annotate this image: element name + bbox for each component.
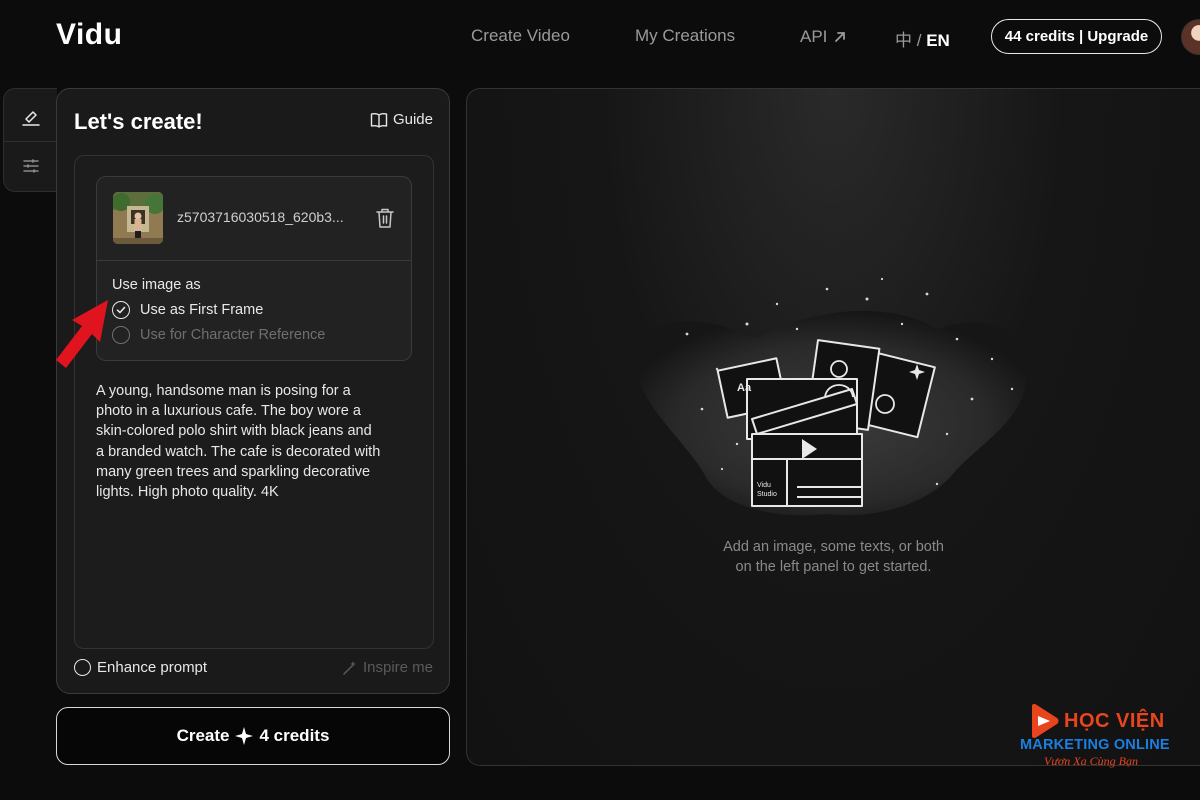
empty-state-illustration: Aa Vidu Studio	[635, 277, 1029, 516]
option-first-frame-label: Use as First Frame	[140, 302, 264, 318]
prompt-line: a branded watch. The cafe is decorated w…	[96, 443, 381, 460]
uploaded-file-row: z5703716030518_620b3...	[97, 177, 411, 261]
enhance-radio-icon[interactable]	[74, 659, 91, 676]
lang-zh[interactable]: 中	[895, 31, 912, 50]
watermark: HỌC VIỆN MARKETING ONLINE Vươn Xa Cùng B…	[1018, 700, 1198, 772]
enhance-prompt-toggle[interactable]: Enhance prompt	[74, 659, 207, 676]
external-arrow-icon	[835, 32, 846, 42]
guide-label: Guide	[392, 111, 433, 128]
settings-tool-button[interactable]	[4, 141, 57, 189]
nav-my-creations[interactable]: My Creations	[635, 26, 735, 48]
magic-wand-icon	[343, 660, 356, 675]
guide-link[interactable]: Guide	[370, 111, 433, 128]
panel-title: Let's create!	[74, 109, 203, 134]
prompt-line: skin-colored polo shirt with black jeans…	[96, 423, 372, 440]
preview-panel: Aa Vidu Studio Add an image, some texts,…	[466, 88, 1200, 766]
create-label: Create	[176, 726, 230, 745]
prompt-text[interactable]: A young, handsome man is posing for a ph…	[96, 381, 416, 502]
use-image-as-label: Use image as	[112, 277, 201, 293]
radio-checked-icon[interactable]	[112, 301, 130, 319]
edit-tool-button[interactable]	[4, 93, 57, 141]
uploaded-image-card: z5703716030518_620b3... Use image as Use…	[96, 176, 412, 361]
enhance-prompt-label: Enhance prompt	[97, 659, 208, 676]
language-switcher[interactable]: 中 / EN	[895, 26, 950, 51]
uploaded-filename: z5703716030518_620b3...	[177, 209, 344, 225]
annotation-arrow-icon	[56, 300, 108, 368]
delete-image-button[interactable]	[375, 207, 395, 229]
clapper-label-line1: Vidu	[757, 482, 771, 489]
prompt-line: A young, handsome man is posing for a	[96, 383, 351, 399]
prompt-line: lights. High photo quality. 4K	[96, 484, 279, 501]
uploaded-image-thumbnail[interactable]	[113, 192, 163, 244]
option-character-reference-label: Use for Character Reference	[140, 327, 326, 343]
clapper-label-line2: Studio	[757, 491, 777, 498]
prompt-line: photo in a luxurious cafe. The boy wore …	[96, 403, 361, 420]
lang-en[interactable]: EN	[926, 31, 950, 50]
create-panel: Let's create! Guide z5703716030518_620b3…	[56, 88, 450, 694]
radio-unchecked-icon[interactable]	[112, 326, 130, 344]
create-credits: 4 credits	[259, 726, 330, 745]
vidu-logo[interactable]: Vidu	[56, 18, 122, 52]
play-logo-icon	[1032, 704, 1059, 738]
watermark-subtitle: MARKETING ONLINE	[1020, 737, 1170, 753]
user-avatar[interactable]	[1181, 19, 1200, 55]
nav-create-video[interactable]: Create Video	[471, 26, 570, 48]
nav-api-label: API	[800, 27, 828, 46]
nav-api[interactable]: API	[800, 26, 847, 48]
credits-upgrade-button[interactable]: 44 credits | Upgrade	[991, 19, 1162, 54]
prompt-input-area[interactable]: z5703716030518_620b3... Use image as Use…	[74, 155, 434, 649]
hint-line-1: Add an image, some texts, or both	[723, 539, 944, 555]
inspire-me-label: Inspire me	[362, 659, 433, 676]
book-icon	[370, 112, 388, 128]
sliders-icon	[22, 159, 39, 172]
create-button[interactable]: Create 4 credits	[56, 707, 450, 765]
lang-separator: /	[916, 31, 922, 50]
watermark-brand: HỌC VIỆN	[1064, 710, 1165, 732]
prompt-line: many green trees and sparkling decorativ…	[96, 463, 371, 480]
option-first-frame[interactable]: Use as First Frame	[112, 301, 263, 319]
sparkle-icon	[235, 727, 254, 745]
tool-strip	[3, 88, 57, 192]
hint-line-2: on the left panel to get started.	[735, 559, 932, 575]
edit-icon	[21, 111, 40, 126]
option-character-reference[interactable]: Use for Character Reference	[112, 326, 325, 344]
inspire-me-button[interactable]: Inspire me	[342, 659, 433, 676]
watermark-slogan: Vươn Xa Cùng Bạn	[1044, 754, 1138, 768]
illustration-card-label: Aa	[737, 382, 752, 394]
empty-state-hint: Add an image, some texts, or both on the…	[467, 537, 1200, 577]
